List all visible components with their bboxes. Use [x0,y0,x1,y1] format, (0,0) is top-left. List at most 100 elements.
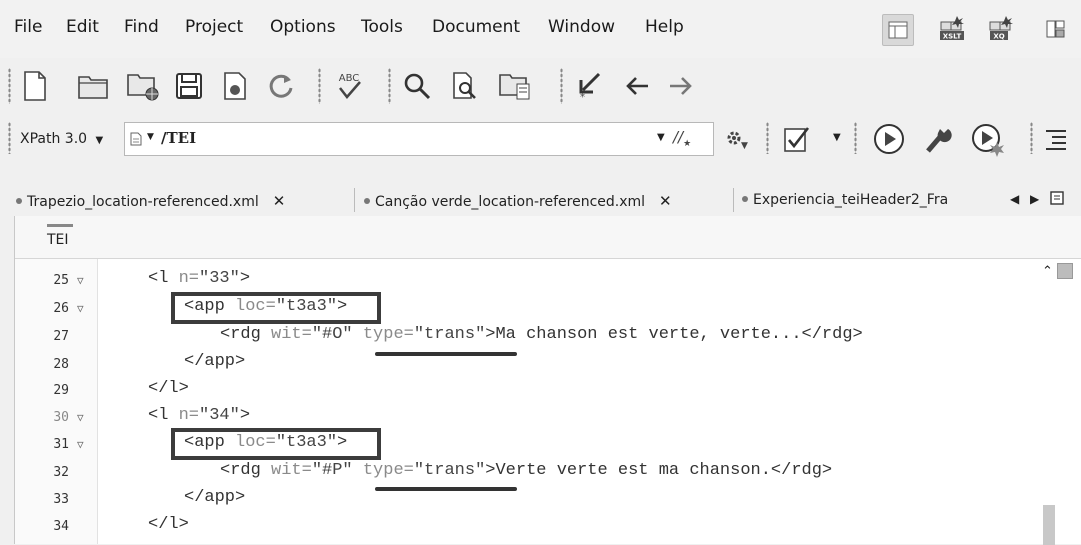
code-line: <rdg wit="#O" type="trans">Ma chanson es… [220,325,863,344]
xpath-version-label: XPath 3.0 [20,131,88,147]
menu-options[interactable]: Options [270,17,336,37]
toolbar-grip[interactable] [388,68,391,104]
menu-bar: File Edit Find Project Options Tools Doc… [0,0,1081,58]
tab-scroll-left-icon[interactable]: ◀ [1010,192,1019,206]
debug-transformation-icon[interactable] [970,122,1006,162]
scroll-up-icon[interactable]: ⌃ [1042,264,1053,279]
code-line: </l> [148,515,189,534]
close-icon[interactable]: ✕ [273,192,286,210]
toolbar-grip[interactable] [560,68,563,104]
breadcrumb: TEI [15,216,1081,259]
fold-toggle-icon[interactable]: ▽ [77,411,84,424]
open-folder-icon[interactable] [74,66,112,106]
menu-window[interactable]: Window [548,17,615,37]
editor-tabs: Trapezio_location-referenced.xml ✕ Canção… [0,186,1081,216]
xquery-debugger-icon[interactable]: XQ [986,14,1016,44]
toolbar-grip[interactable] [318,68,321,104]
main-toolbar: ABC * [0,58,1081,116]
close-icon[interactable]: ✕ [659,192,672,210]
text-editor[interactable]: TEI 25 ▽ 26 ▽ 27 28 29 30 ▽ 31 ▽ 32 33 34 <l… [14,216,1081,545]
reload-icon[interactable] [262,66,300,106]
tab-label: Experiencia_teiHeader2_Fra [753,192,949,208]
spell-check-icon[interactable]: ABC [330,66,368,106]
error-marker-icon[interactable] [1057,263,1073,279]
layout-icon[interactable] [882,14,914,46]
scrollbar-thumb[interactable] [1043,505,1055,545]
xslt-debugger-icon[interactable]: XSLT [937,14,967,44]
code-line: </l> [148,379,189,398]
svg-text:▼: ▼ [741,141,748,150]
code-line: <l n="34"> [148,406,251,425]
toolbar-grip[interactable] [766,122,769,154]
menu-edit[interactable]: Edit [66,17,99,37]
chevron-down-icon[interactable]: ▼ [833,132,841,143]
new-file-icon[interactable] [16,66,54,106]
back-icon[interactable] [618,66,656,106]
format-indent-icon[interactable] [1044,128,1068,154]
highlight-underline [375,352,517,356]
settings-icon[interactable]: ▼ [724,128,748,154]
tab-divider [733,188,734,212]
highlight-box [171,428,381,460]
breadcrumb-item-tei[interactable]: TEI [47,232,69,248]
chevron-down-icon: ▼ [95,135,104,146]
code-line: </app> [184,352,246,371]
save-all-icon[interactable] [216,66,254,106]
fold-toggle-icon[interactable]: ▽ [77,274,84,287]
menu-project[interactable]: Project [185,17,243,37]
toolbar-grip[interactable] [8,68,11,104]
highlight-box [171,292,381,324]
xpath-version-select[interactable]: XPath 3.0 ▼ [20,131,103,147]
find-in-files-icon[interactable] [446,66,484,106]
code-line: <rdg wit="#P" type="trans">Verte verte e… [220,461,833,480]
tab-scroll-right-icon[interactable]: ▶ [1030,192,1039,206]
xpath-builder-icon[interactable]: //★ [673,128,691,149]
tab-trapezio[interactable]: Trapezio_location-referenced.xml ✕ [16,192,285,210]
breadcrumb-indicator [47,224,73,227]
code-line: <l n="33"> [148,269,251,288]
fold-toggle-icon[interactable]: ▽ [77,438,84,451]
tab-label: Trapezio_location-referenced.xml [27,194,259,210]
modified-dot-icon [364,198,370,204]
fold-toggle-icon[interactable]: ▽ [77,302,84,315]
chevron-down-icon[interactable]: ▼ [657,132,665,143]
save-icon[interactable] [170,66,208,106]
xpath-input[interactable]: ▼ /TEI ▼ //★ [124,122,714,156]
svg-text:XQ: XQ [993,33,1004,41]
transform-icon[interactable]: * [570,66,608,106]
chevron-down-icon[interactable]: ▼ [147,132,154,142]
svg-text:*: * [580,92,585,102]
validate-icon[interactable] [782,124,812,158]
highlight-underline [375,487,517,491]
toolbar-grip[interactable] [8,122,11,154]
svg-text:XSLT: XSLT [943,33,962,41]
menu-document[interactable]: Document [432,17,520,37]
tab-list-icon[interactable] [1050,191,1064,209]
menu-find[interactable]: Find [124,17,159,37]
tab-label: Canção verde_location-referenced.xml [375,194,646,210]
xpath-expression: /TEI [161,129,197,147]
open-url-icon[interactable] [124,66,162,106]
apply-transformation-icon[interactable] [872,122,906,160]
tab-cancao-verde[interactable]: Canção verde_location-referenced.xml ✕ [364,192,672,210]
menu-tools[interactable]: Tools [361,17,403,37]
modified-dot-icon [16,198,22,204]
svg-text:ABC: ABC [339,73,360,84]
toolbar-grip[interactable] [854,122,857,154]
tab-divider [354,188,355,212]
menu-help[interactable]: Help [645,17,684,37]
vertical-scrollbar[interactable]: ⌃ [1040,259,1081,545]
modified-dot-icon [742,196,748,202]
forward-icon[interactable] [662,66,700,106]
xpath-toolbar: XPath 3.0 ▼ ▼ /TEI ▼ //★ ▼ ▼ [0,118,1081,162]
find-icon[interactable] [398,66,436,106]
xpath-doc-icon[interactable] [130,131,142,150]
code-line: </app> [184,488,246,507]
open-file-icon[interactable] [496,66,534,106]
configure-transformation-icon[interactable] [922,123,956,159]
tab-experiencia[interactable]: Experiencia_teiHeader2_Fra [742,192,1000,208]
menu-file[interactable]: File [14,17,42,37]
toolbar-grip[interactable] [1030,122,1033,154]
line-number-gutter: 25 ▽ 26 ▽ 27 28 29 30 ▽ 31 ▽ 32 33 34 [15,259,98,544]
perspective-icon[interactable] [1041,14,1071,44]
